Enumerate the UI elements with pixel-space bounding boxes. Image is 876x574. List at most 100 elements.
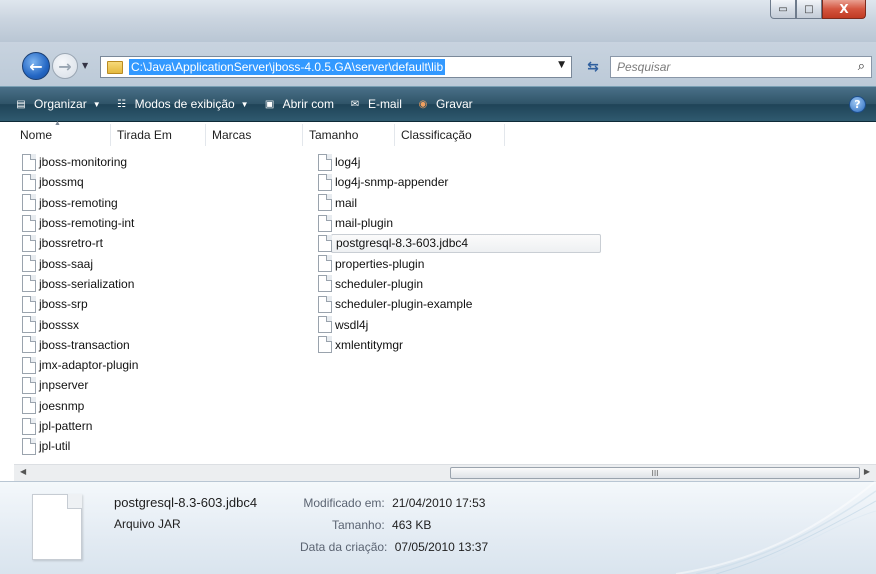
file-item[interactable]: jmx-adaptor-plugin <box>22 355 138 375</box>
file-item[interactable]: wsdl4j <box>318 314 601 334</box>
email-icon: ✉ <box>350 98 360 110</box>
column-header-size[interactable]: Tamanho <box>303 124 395 146</box>
file-item[interactable]: jbossretro-rt <box>22 233 138 253</box>
file-icon <box>318 153 332 171</box>
file-icon <box>22 234 36 252</box>
file-item[interactable]: jpl-util <box>22 436 138 456</box>
horizontal-scrollbar[interactable]: ◀ III ▶ <box>14 464 876 481</box>
file-name: joesnmp <box>39 398 85 413</box>
recent-pages-dropdown[interactable]: ▼ <box>82 61 88 70</box>
folder-icon <box>107 60 123 74</box>
title-bar: ▭ □ X <box>0 0 876 42</box>
file-item[interactable]: log4j <box>318 152 601 172</box>
file-icon <box>318 214 332 232</box>
command-bar: ▤ Organizar ▼ ☷ Modos de exibição ▼ ▣ Ab… <box>0 86 876 122</box>
file-icon <box>318 275 332 293</box>
file-name: jboss-remoting <box>39 195 118 210</box>
column-header-label: Tamanho <box>309 128 359 142</box>
created-value: 07/05/2010 13:37 <box>394 540 489 554</box>
column-header-rating[interactable]: Classificação <box>395 124 505 146</box>
sort-ascending-icon: ▲ <box>54 120 61 127</box>
file-item[interactable]: jboss-transaction <box>22 335 138 355</box>
maximize-button[interactable]: □ <box>796 0 822 19</box>
burn-button[interactable]: ◉ Gravar <box>416 97 473 111</box>
scroll-right-icon[interactable]: ▶ <box>864 467 870 476</box>
file-icon <box>22 417 36 435</box>
details-file-type: Arquivo JAR <box>114 517 181 531</box>
file-item[interactable]: jnpserver <box>22 375 138 395</box>
file-name: jbossmq <box>39 175 84 190</box>
burn-label: Gravar <box>435 97 473 111</box>
open-with-button[interactable]: ▣ Abrir com <box>263 97 334 111</box>
back-button[interactable]: ← <box>22 52 50 80</box>
address-text[interactable]: C:\Java\ApplicationServer\jboss-4.0.5.GA… <box>129 59 446 75</box>
forward-button[interactable]: → <box>52 53 78 79</box>
file-item[interactable]: jboss-saaj <box>22 253 138 273</box>
file-name: jpl-pattern <box>39 419 93 433</box>
address-bar[interactable]: C:\Java\ApplicationServer\jboss-4.0.5.GA… <box>100 56 572 78</box>
column-header-name[interactable]: ▲ Nome <box>14 120 111 146</box>
file-column-left: jboss-monitoring jbossmq jboss-remoting jbo… <box>22 152 138 456</box>
file-icon <box>22 397 36 415</box>
search-icon[interactable]: ⌕ <box>858 59 865 74</box>
file-icon <box>318 295 332 313</box>
file-name: log4j-snmp-appender <box>335 175 449 190</box>
file-name: mail <box>335 195 358 210</box>
file-item[interactable]: scheduler-plugin-example <box>318 294 601 314</box>
file-name: jboss-saaj <box>39 256 94 271</box>
scroll-left-icon[interactable]: ◀ <box>20 467 26 476</box>
file-icon <box>318 316 332 334</box>
file-item[interactable]: jboss-srp <box>22 294 138 314</box>
column-header-date-taken[interactable]: Tirada Em <box>111 124 206 146</box>
help-button[interactable]: ? <box>849 96 866 113</box>
minimize-button[interactable]: ▭ <box>770 0 796 19</box>
column-header-label: Nome <box>20 128 53 142</box>
file-item[interactable]: jboss-serialization <box>22 274 138 294</box>
address-dropdown-icon[interactable]: ▼ <box>558 60 565 70</box>
file-item[interactable]: postgresql-8.3-603.jdbc4 <box>318 233 601 253</box>
file-item[interactable]: jboss-monitoring <box>22 152 138 172</box>
file-item[interactable]: jbossmq <box>22 172 138 192</box>
file-item[interactable]: mail-plugin <box>318 213 601 233</box>
scrollbar-thumb[interactable]: III <box>450 467 860 479</box>
file-icon <box>22 255 36 273</box>
file-item[interactable]: mail <box>318 193 601 213</box>
file-item[interactable]: jbosssx <box>22 314 138 334</box>
file-item[interactable]: jboss-remoting-int <box>22 213 138 233</box>
file-item[interactable]: properties-plugin <box>318 253 601 273</box>
file-icon <box>22 153 36 171</box>
file-list: jboss-monitoring jbossmq jboss-remoting jbo… <box>22 152 876 464</box>
views-label: Modos de exibição <box>134 97 235 111</box>
search-input[interactable]: Pesquisar ⌕ <box>610 56 872 78</box>
file-item[interactable]: jboss-remoting <box>22 193 138 213</box>
file-item[interactable]: log4j-snmp-appender <box>318 172 601 192</box>
organize-icon: ▤ <box>16 98 26 110</box>
organize-button[interactable]: ▤ Organizar ▼ <box>14 97 100 111</box>
details-size-row: Tamanho: 463 KB <box>332 518 431 532</box>
file-name: jboss-srp <box>39 297 88 312</box>
column-header-tags[interactable]: Marcas <box>206 124 303 146</box>
file-icon <box>22 194 36 212</box>
file-item[interactable]: joesnmp <box>22 396 138 416</box>
file-name: scheduler-plugin <box>335 276 424 291</box>
column-header-label: Marcas <box>212 128 252 142</box>
details-file-name: postgresql-8.3-603.jdbc4 <box>114 495 258 510</box>
views-button[interactable]: ☷ Modos de exibição ▼ <box>115 97 248 111</box>
file-name: scheduler-plugin-example <box>335 297 473 312</box>
file-thumbnail-icon <box>32 494 82 560</box>
close-button[interactable]: X <box>822 0 866 19</box>
details-modified-row: Modificado em: 21/04/2010 17:53 <box>300 496 485 510</box>
file-name: jboss-transaction <box>39 337 130 352</box>
file-item[interactable]: jpl-pattern <box>22 416 138 436</box>
file-icon <box>318 234 332 252</box>
created-label: Data da criação: <box>300 540 388 554</box>
arrow-left-icon: ← <box>29 56 43 76</box>
file-icon <box>22 214 36 232</box>
file-name: log4j <box>335 155 361 170</box>
burn-disc-icon: ◉ <box>418 98 428 110</box>
file-item[interactable]: xmlentitymgr <box>318 335 601 355</box>
refresh-button[interactable]: ⇆ <box>580 56 606 78</box>
email-button[interactable]: ✉ E-mail <box>348 97 402 111</box>
file-name: jbosssx <box>39 317 80 332</box>
file-item[interactable]: scheduler-plugin <box>318 274 601 294</box>
